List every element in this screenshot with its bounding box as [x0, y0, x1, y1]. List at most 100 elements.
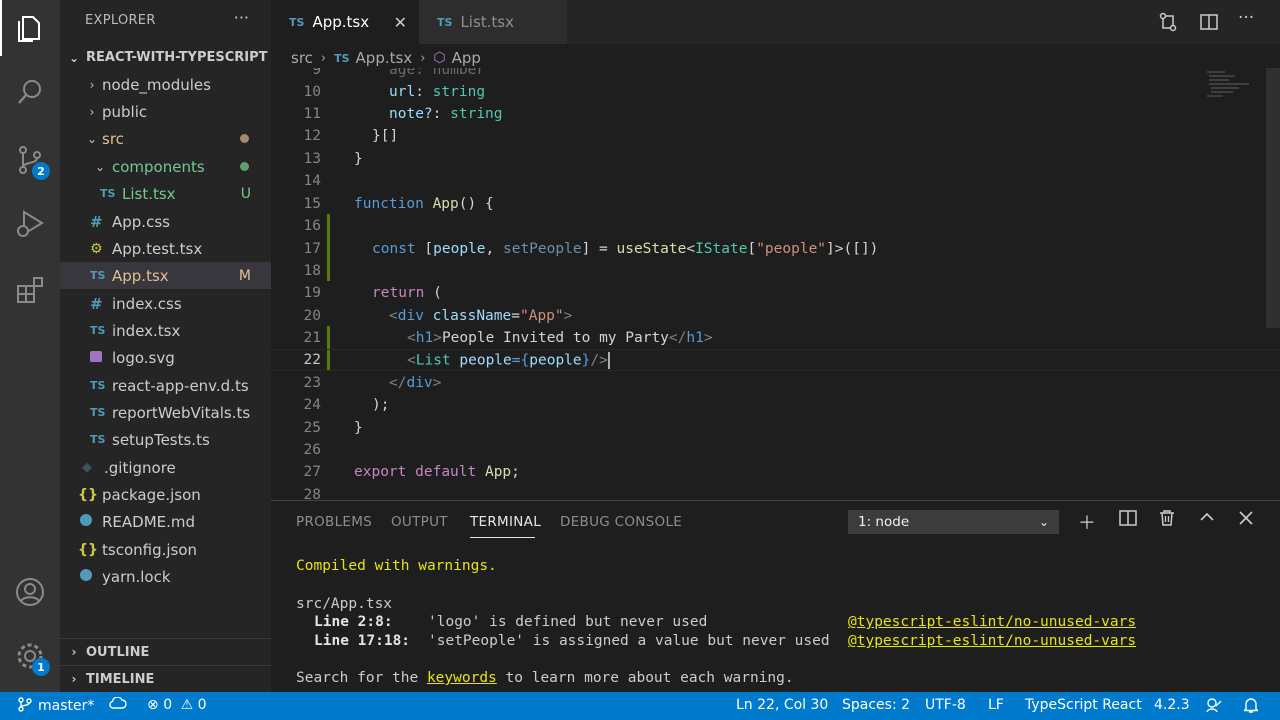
- tree-item-setup-tests[interactable]: TS setupTests.ts: [60, 426, 271, 453]
- tree-item-app-test-tsx[interactable]: ⚙ App.test.tsx: [60, 235, 271, 262]
- tree-item-src[interactable]: ⌄ src: [60, 125, 271, 152]
- tree-item-tsconfig[interactable]: {} tsconfig.json: [60, 536, 271, 563]
- tree-item-app-css[interactable]: # App.css: [60, 208, 271, 235]
- tree-item-label: package.json: [102, 485, 201, 504]
- tab-list-tsx[interactable]: TS List.tsx: [419, 0, 567, 44]
- code-line: 24 );: [303, 397, 390, 414]
- cursor-position[interactable]: Ln 22, Col 30: [736, 697, 828, 713]
- account-icon: [16, 578, 44, 606]
- tree-item-report-web-vitals[interactable]: TS reportWebVitals.ts: [60, 399, 271, 426]
- extensions-activity-button[interactable]: [0, 262, 60, 318]
- typescript-version[interactable]: 4.2.3: [1154, 697, 1190, 713]
- more-actions-icon[interactable]: ···: [234, 8, 249, 27]
- tab-label: List.tsx: [460, 13, 514, 31]
- sync-icon[interactable]: [109, 696, 127, 715]
- bell-icon[interactable]: [1242, 697, 1260, 717]
- code-line: 26: [303, 442, 321, 459]
- git-branch-icon: [18, 697, 32, 712]
- untracked-decoration: U: [240, 185, 251, 202]
- tree-item-gitignore[interactable]: ◆ .gitignore: [60, 454, 271, 481]
- run-debug-activity-button[interactable]: [0, 196, 60, 252]
- terminal-warning-rule[interactable]: @typescript-eslint/no-unused-vars: [848, 633, 1136, 649]
- tree-item-react-app-env[interactable]: TS react-app-env.d.ts: [60, 372, 271, 399]
- code-line: 20 <div className="App">: [303, 308, 573, 325]
- terminal-warning-rule[interactable]: @typescript-eslint/no-unused-vars: [848, 614, 1136, 630]
- tab-terminal[interactable]: TERMINAL: [470, 514, 541, 530]
- outline-section-header[interactable]: › OUTLINE: [60, 638, 271, 665]
- open-changes-icon[interactable]: [1158, 12, 1178, 37]
- close-icon[interactable]: ✕: [394, 13, 407, 32]
- editor-scrollbar[interactable]: [1266, 68, 1280, 328]
- tab-problems[interactable]: PROBLEMS: [296, 514, 372, 530]
- tree-item-index-css[interactable]: # index.css: [60, 290, 271, 317]
- indentation-status[interactable]: Spaces: 2: [842, 697, 910, 713]
- breadcrumb: src › TS App.tsx › ⬡ App: [291, 48, 481, 68]
- eol-status[interactable]: LF: [988, 697, 1004, 713]
- tree-item-yarn-lock[interactable]: yarn.lock: [60, 563, 271, 590]
- branch-status[interactable]: master*: [18, 697, 94, 714]
- breadcrumb-symbol[interactable]: App: [452, 49, 481, 67]
- code-line-current: 22 <List people={people}/>: [271, 349, 1280, 372]
- chevron-right-icon: ›: [89, 77, 95, 92]
- tab-debug-console[interactable]: DEBUG CONSOLE: [560, 514, 682, 530]
- feedback-icon[interactable]: [1206, 697, 1222, 717]
- tree-item-package-json[interactable]: {} package.json: [60, 481, 271, 508]
- manage-activity-button[interactable]: 1: [0, 628, 60, 684]
- accounts-activity-button[interactable]: [0, 564, 60, 620]
- modified-dot: [240, 134, 249, 143]
- search-activity-button[interactable]: [0, 64, 60, 120]
- tree-item-public[interactable]: › public: [60, 98, 271, 125]
- code-line: 10 url: string: [303, 84, 486, 101]
- tree-item-app-tsx[interactable]: TS App.tsx M: [60, 262, 271, 289]
- tree-item-index-tsx[interactable]: TS index.tsx: [60, 317, 271, 344]
- tree-item-label: App.test.tsx: [112, 239, 203, 258]
- problems-status[interactable]: ⊗ 0 ⚠ 0: [147, 697, 207, 713]
- close-icon[interactable]: [1239, 509, 1253, 530]
- trash-icon[interactable]: [1158, 509, 1176, 532]
- explorer-title: EXPLORER: [85, 13, 156, 28]
- more-actions-icon[interactable]: ···: [1238, 8, 1254, 28]
- breadcrumb-folder[interactable]: src: [291, 49, 313, 67]
- tab-app-tsx[interactable]: TS App.tsx ✕: [271, 0, 419, 44]
- encoding-status[interactable]: UTF-8: [925, 697, 966, 713]
- tree-item-label: components: [112, 157, 205, 176]
- project-section-header[interactable]: ⌄ REACT-WITH-TYPESCRIPT: [60, 44, 271, 71]
- chevron-down-icon: ⌄: [68, 50, 80, 65]
- tree-item-label: yarn.lock: [102, 567, 171, 586]
- tree-item-label: index.css: [112, 294, 182, 313]
- outline-title: OUTLINE: [86, 644, 150, 660]
- chevron-right-icon: ›: [71, 672, 77, 686]
- tree-item-components[interactable]: ⌄ components: [60, 153, 271, 180]
- split-editor-icon[interactable]: [1199, 12, 1219, 37]
- status-bar: master* ⊗ 0 ⚠ 0 Ln 22, Col 30 Spaces: 2 …: [0, 692, 1280, 720]
- source-control-activity-button[interactable]: 2: [0, 132, 60, 188]
- terminal-line: src/App.tsx: [296, 596, 393, 612]
- explorer-activity-button[interactable]: [0, 0, 60, 56]
- language-mode[interactable]: TypeScript React: [1025, 697, 1142, 713]
- text-cursor: [607, 351, 610, 369]
- chevron-up-icon[interactable]: [1199, 509, 1215, 530]
- terminal-select[interactable]: 1: node ⌄: [848, 510, 1059, 534]
- code-editor[interactable]: 9 age: number 10 url: string 11 note?: s…: [271, 68, 1280, 500]
- tree-item-list-tsx[interactable]: TS List.tsx U: [60, 180, 271, 207]
- code-line: 28: [303, 487, 321, 500]
- tab-label: App.tsx: [312, 13, 370, 31]
- split-terminal-icon[interactable]: [1119, 509, 1137, 532]
- tree-item-readme[interactable]: README.md: [60, 508, 271, 535]
- code-line: 13 }: [303, 151, 363, 168]
- bottom-panel: PROBLEMS OUTPUT TERMINAL DEBUG CONSOLE 1…: [271, 500, 1280, 692]
- minimap[interactable]: [1205, 68, 1265, 108]
- new-terminal-icon[interactable]: ＋: [1078, 509, 1096, 535]
- timeline-section-header[interactable]: › TIMELINE: [60, 665, 271, 692]
- breadcrumb-file[interactable]: App.tsx: [356, 49, 413, 67]
- keywords-link[interactable]: keywords: [427, 670, 497, 686]
- terminal-warning-message: 'logo' is defined but never used: [428, 614, 708, 630]
- tree-item-node-modules[interactable]: › node_modules: [60, 71, 271, 98]
- tree-item-logo-svg[interactable]: logo.svg: [60, 344, 271, 371]
- active-tab-indicator: [470, 537, 535, 538]
- timeline-title: TIMELINE: [86, 671, 155, 687]
- tree-item-label: reportWebVitals.ts: [112, 403, 251, 422]
- tab-output[interactable]: OUTPUT: [391, 514, 448, 530]
- code-line: 14: [303, 173, 321, 190]
- explorer-sidebar: EXPLORER ··· ⌄ REACT-WITH-TYPESCRIPT › n…: [60, 0, 271, 692]
